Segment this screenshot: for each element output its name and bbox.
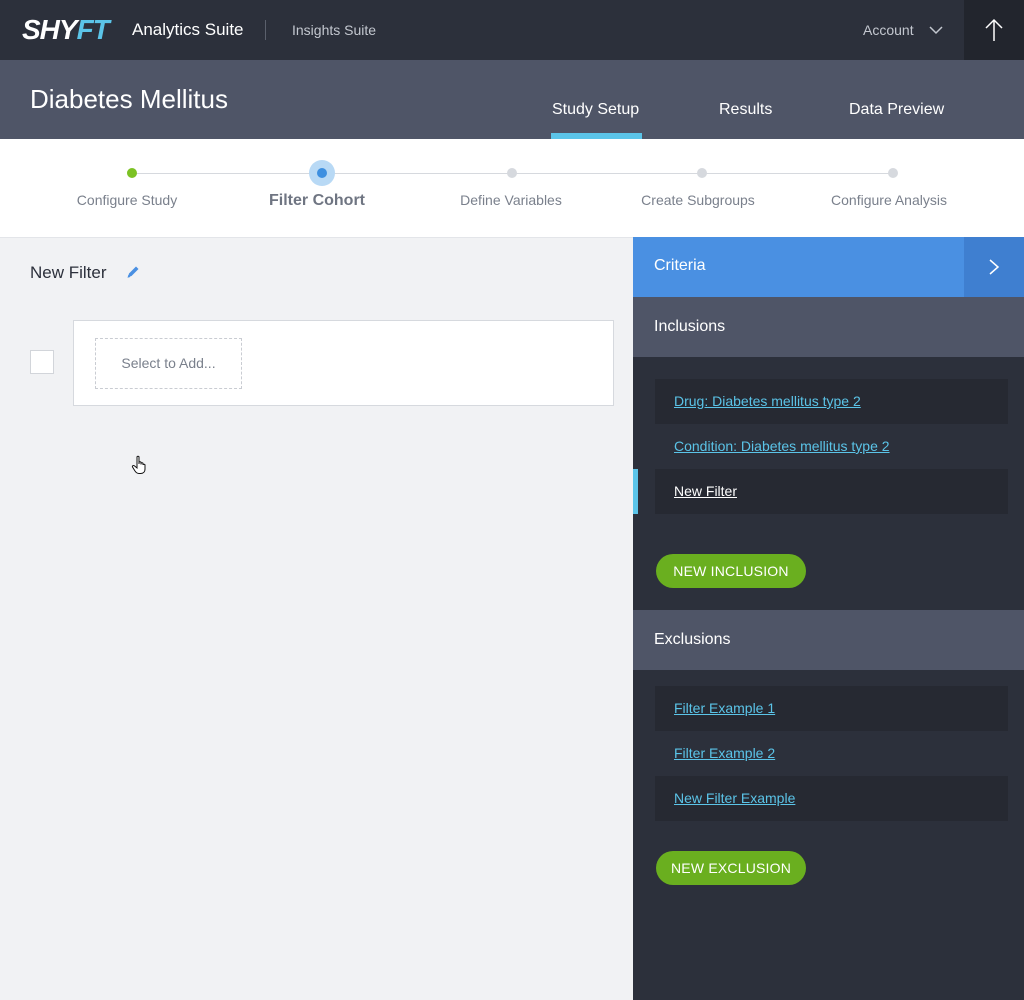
step-dot-define-variables[interactable]	[507, 168, 517, 178]
step-dot-configure-analysis[interactable]	[888, 168, 898, 178]
shyft-logo[interactable]: SHYFT	[22, 14, 110, 45]
account-menu[interactable]: Account	[863, 22, 914, 38]
logo-text-part1: SHY	[22, 14, 78, 45]
filter-title: New Filter	[30, 263, 107, 282]
chevron-down-icon[interactable]	[928, 22, 944, 38]
top-navigation-bar: SHYFT Analytics Suite Insights Suite Acc…	[0, 0, 1024, 60]
hand-cursor-icon	[131, 455, 146, 474]
inclusions-title: Inclusions	[654, 318, 726, 335]
pencil-icon[interactable]	[125, 264, 141, 280]
step-dot-configure-study[interactable]	[127, 168, 137, 178]
new-exclusion-button[interactable]: NEW EXCLUSION	[656, 851, 806, 885]
criteria-title: Criteria	[654, 257, 706, 274]
exclusion-link[interactable]: New Filter Example	[674, 790, 795, 806]
step-label-define-variables[interactable]: Define Variables	[460, 192, 562, 208]
workflow-stepper: Configure Study Filter Cohort Define Var…	[0, 139, 1024, 238]
step-label-configure-study[interactable]: Configure Study	[77, 192, 177, 208]
study-title-bar: Diabetes Mellitus Study Setup Results Da…	[0, 60, 1024, 139]
exclusion-link[interactable]: Filter Example 1	[674, 700, 775, 716]
inclusion-link[interactable]: Condition: Diabetes mellitus type 2	[674, 438, 890, 454]
exclusion-item[interactable]: New Filter Example	[655, 776, 1008, 821]
inclusion-item-selected[interactable]: New Filter	[655, 469, 1008, 514]
exclusion-item[interactable]: Filter Example 2	[655, 731, 1008, 776]
exclusions-title: Exclusions	[654, 631, 731, 648]
step-label-filter-cohort[interactable]: Filter Cohort	[269, 192, 365, 210]
inclusion-item[interactable]: Drug: Diabetes mellitus type 2	[655, 379, 1008, 424]
inclusion-item[interactable]: Condition: Diabetes mellitus type 2	[655, 424, 1008, 469]
step-dot-filter-cohort[interactable]	[309, 160, 335, 186]
select-to-add-dropzone[interactable]: Select to Add...	[95, 338, 242, 389]
collapse-panel-button[interactable]	[964, 237, 1024, 297]
arrow-up-icon	[985, 18, 1003, 41]
scroll-top-button[interactable]	[964, 0, 1024, 60]
step-dot-create-subgroups[interactable]	[697, 168, 707, 178]
page-title: Diabetes Mellitus	[30, 84, 228, 114]
logo-text-part2: FT	[76, 14, 110, 45]
exclusion-link[interactable]: Filter Example 2	[674, 745, 775, 761]
chevron-right-icon	[989, 259, 1000, 275]
inclusion-link[interactable]: Drug: Diabetes mellitus type 2	[674, 393, 861, 409]
tab-data-preview[interactable]: Data Preview	[849, 101, 944, 119]
new-inclusion-button[interactable]: NEW INCLUSION	[656, 554, 806, 588]
step-label-configure-analysis[interactable]: Configure Analysis	[831, 192, 947, 208]
exclusion-item[interactable]: Filter Example 1	[655, 686, 1008, 731]
tab-study-setup[interactable]: Study Setup	[552, 101, 639, 119]
selected-item-marker	[633, 469, 638, 514]
step-label-create-subgroups[interactable]: Create Subgroups	[641, 192, 755, 208]
inclusion-link[interactable]: New Filter	[674, 483, 737, 499]
tab-results[interactable]: Results	[719, 101, 772, 119]
header-divider	[265, 20, 266, 40]
insights-suite-link[interactable]: Insights Suite	[292, 22, 376, 38]
filter-row-checkbox[interactable]	[30, 350, 54, 374]
app-name[interactable]: Analytics Suite	[132, 20, 244, 40]
